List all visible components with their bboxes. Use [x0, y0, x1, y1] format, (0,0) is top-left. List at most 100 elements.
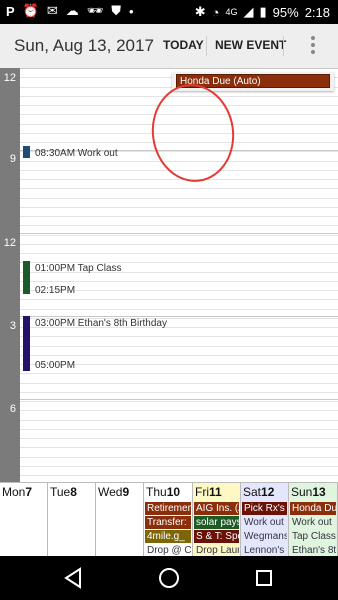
grid-line — [20, 383, 338, 384]
date-title[interactable]: Sun, Aug 13, 2017 — [14, 36, 154, 56]
day-number: 8 — [70, 485, 77, 499]
week-event-chip[interactable]: Work out — [242, 516, 287, 529]
week-event-chip[interactable]: Transfer: — [145, 516, 191, 529]
week-event-chip[interactable]: S & T: Spo — [194, 530, 239, 543]
navigation-bar — [0, 556, 338, 600]
home-icon[interactable] — [155, 564, 183, 592]
grid-line — [20, 161, 338, 162]
grid-line — [20, 225, 338, 226]
day-of-week: Tue — [50, 485, 71, 499]
day-number: 12 — [261, 485, 275, 499]
grid-line — [20, 429, 338, 430]
incognito-icon: 🕶 — [86, 3, 104, 18]
day-header: Tue8 — [48, 483, 95, 501]
grid-line — [20, 124, 338, 125]
week-event-chip[interactable]: solar pays — [194, 516, 239, 529]
event-title[interactable]: 08:30AM Work out — [35, 148, 118, 159]
day-view[interactable]: Honda Due (Auto) 08:30AM Work out 01:00P… — [0, 68, 338, 482]
today-button[interactable]: TODAY — [163, 38, 204, 52]
wifi-icon: ◔ — [211, 4, 220, 20]
hour-label: 9 — [9, 153, 16, 165]
week-day-fri[interactable]: Fri11AIG Ins. (Asolar paysS & T: SpoDrop… — [193, 483, 241, 557]
back-icon[interactable] — [60, 564, 88, 592]
day-number: 13 — [312, 485, 326, 499]
grid-line — [20, 466, 338, 467]
grid-line — [20, 179, 338, 180]
grid-line — [20, 447, 338, 448]
alarm-icon: ⏰ — [22, 3, 39, 18]
divider — [283, 36, 284, 56]
week-day-mon[interactable]: Mon7 — [0, 483, 48, 557]
grid-line — [20, 299, 338, 300]
bluetooth-icon: ✱ — [194, 4, 206, 19]
grid-line — [20, 401, 338, 402]
grid-line — [20, 216, 338, 217]
week-event-chip[interactable]: 4mile.g_ — [145, 530, 191, 543]
grid-line — [20, 410, 338, 411]
day-number: 9 — [122, 485, 130, 499]
week-strip: Mon7 Tue8 Wed9 Thu10 Retiremen Transfer: 4mile… — [0, 482, 338, 557]
grid-line — [20, 96, 338, 97]
allday-event[interactable]: Honda Due (Auto) — [176, 74, 330, 88]
overflow-menu-icon[interactable] — [309, 34, 317, 58]
divider — [206, 36, 207, 56]
grid-line — [20, 198, 338, 199]
grid-line — [20, 253, 338, 254]
week-day-sat[interactable]: Sat12 Pick Rx's Work out Wegmans Lennon's — [241, 483, 289, 557]
day-header: Wed9 — [96, 483, 143, 501]
event-title[interactable]: 01:00PM Tap Class — [35, 263, 122, 274]
mail-icon: ✉ — [46, 3, 58, 18]
hour-line — [20, 316, 338, 317]
week-day-thu[interactable]: Thu10 Retiremen Transfer: 4mile.g_ Drop @ C — [144, 483, 193, 557]
grid-line — [20, 170, 338, 171]
hour-gutter — [0, 68, 20, 482]
event-end-time: 02:15PM — [35, 285, 76, 296]
day-of-week: Sun — [291, 485, 313, 499]
grid-line — [20, 309, 338, 310]
week-event-chip[interactable]: Retiremen — [145, 502, 191, 515]
grid-line — [20, 114, 338, 115]
grid-line — [20, 244, 338, 245]
day-header: Fri11 — [193, 483, 240, 501]
hour-line — [20, 399, 338, 400]
day-number: 11 — [209, 485, 222, 499]
hour-label: 12 — [3, 237, 16, 249]
event-end-time: 05:00PM — [35, 360, 76, 371]
recents-icon[interactable] — [250, 564, 278, 592]
day-header: Sun13 — [289, 483, 337, 501]
event-title[interactable]: 03:00PM Ethan's 8th Birthday — [35, 318, 167, 329]
grid-line — [20, 420, 338, 421]
cloud-icon: ☁ — [65, 3, 79, 18]
week-event-chip[interactable]: Honda Du — [290, 502, 336, 515]
grid-line — [20, 105, 338, 106]
grid-line — [20, 475, 338, 476]
hour-line — [20, 68, 338, 69]
event-color-bar — [23, 146, 30, 158]
grid-line — [20, 355, 338, 356]
dot-icon: • — [129, 3, 134, 19]
week-day-wed[interactable]: Wed9 — [96, 483, 144, 557]
hour-line — [20, 233, 338, 234]
week-event-chip[interactable]: Work out — [290, 516, 336, 529]
app-bar: Sun, Aug 13, 2017 TODAY NEW EVENT — [0, 24, 338, 69]
network-label: 4G — [225, 7, 238, 17]
hour-label: 3 — [9, 320, 16, 332]
week-event-chip[interactable]: Tap Class — [290, 530, 336, 543]
week-event-chip[interactable]: Wegmans — [242, 530, 287, 543]
day-of-week: Sat — [243, 485, 262, 499]
new-event-button[interactable]: NEW EVENT — [215, 38, 286, 52]
grid-line — [20, 142, 338, 143]
shield-icon: ⛊ — [111, 3, 122, 18]
grid-line — [20, 207, 338, 208]
week-event-chip[interactable]: AIG Ins. (A — [194, 502, 239, 515]
week-day-sun[interactable]: Sun13 Honda Du Work out Tap Class Ethan's 8t — [289, 483, 338, 557]
day-of-week: Thu — [146, 485, 167, 499]
day-header: Sat12 — [241, 483, 288, 501]
grid-line — [20, 392, 338, 393]
battery-icon: ▮ — [259, 4, 267, 19]
week-day-tue[interactable]: Tue8 — [48, 483, 96, 557]
day-number: 10 — [166, 485, 181, 499]
battery-percent: 95% — [272, 4, 299, 20]
week-event-chip[interactable]: Pick Rx's — [242, 502, 287, 515]
hour-label: 6 — [9, 403, 16, 415]
